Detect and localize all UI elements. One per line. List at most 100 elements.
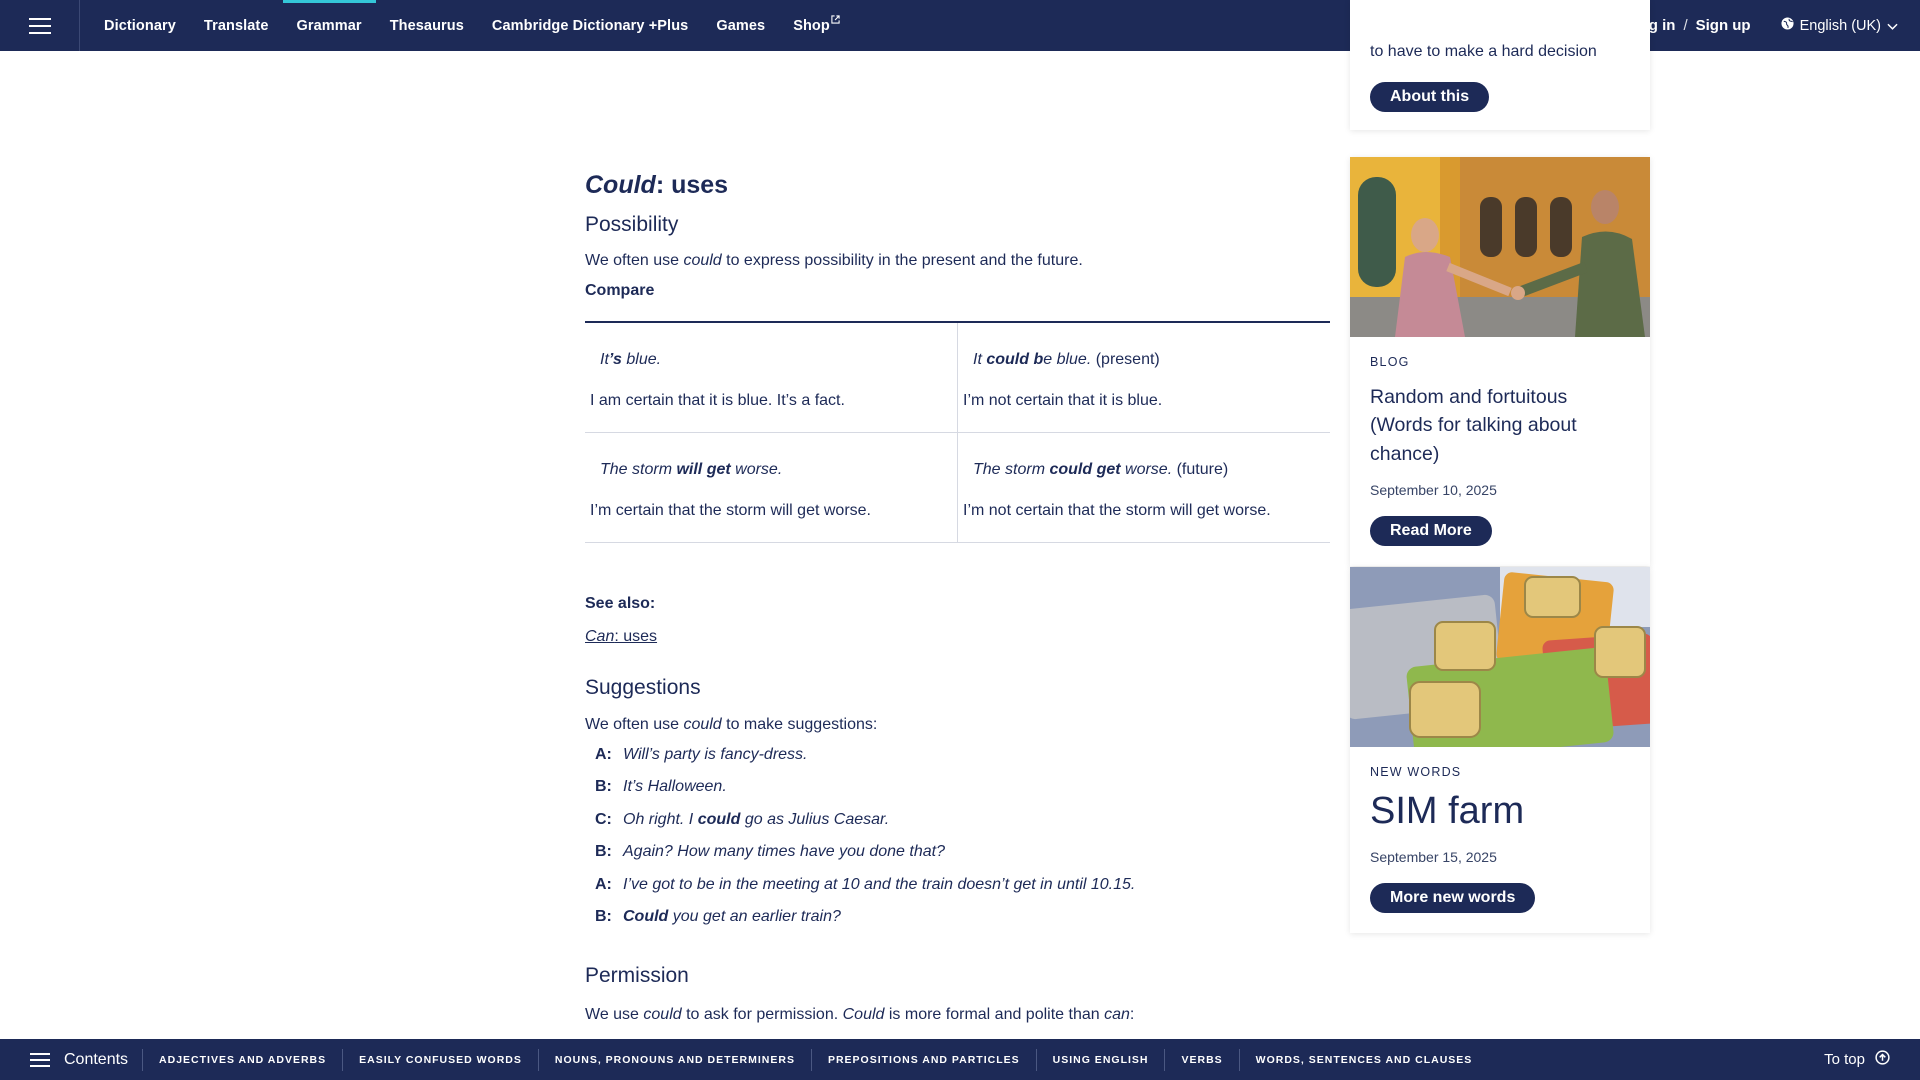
table-row: It’s blue. I am certain that it is blue.… <box>585 322 1330 433</box>
nav-thesaurus[interactable]: Thesaurus <box>376 0 478 51</box>
compare-label: Compare <box>585 282 655 299</box>
permission-keyword: could <box>643 1006 682 1023</box>
contents-link[interactable]: EASILY CONFUSED WORDS <box>342 1048 538 1071</box>
nav-translate-label: Translate <box>203 17 269 34</box>
dialog-text: Could you get an earlier train? <box>623 908 841 926</box>
title-rest: : uses <box>655 171 729 199</box>
nav-plus[interactable]: Cambridge Dictionary +Plus <box>478 0 702 51</box>
contents-link[interactable]: ADJECTIVES AND ADVERBS <box>142 1048 342 1071</box>
language-selector[interactable]: English (UK) <box>1781 17 1898 34</box>
heading-suggestions: Suggestions <box>585 676 701 699</box>
table-row: The storm will get worse. I’m certain th… <box>585 432 1330 543</box>
blog-image[interactable] <box>1350 157 1650 337</box>
menu-icon <box>30 1052 50 1067</box>
new-words-image[interactable] <box>1350 567 1650 747</box>
example-part: It <box>973 351 987 368</box>
menu-icon[interactable] <box>0 0 80 51</box>
dialog-line: A: Will’s party is fancy-dress. <box>595 746 1135 778</box>
suggestions-intro-post: to make suggestions: <box>721 716 878 733</box>
example-part-bold: could b <box>986 351 1044 368</box>
example-sentence: The storm will get worse. <box>585 433 957 479</box>
table-cell: The storm could get worse. (future) I’m … <box>957 432 1330 543</box>
example-explanation: I am certain that it is blue. It’s a fac… <box>590 392 845 409</box>
example-part: worse. <box>730 460 783 478</box>
nav-games[interactable]: Games <box>702 0 779 51</box>
blog-kicker: BLOG <box>1370 355 1410 369</box>
nav-grammar-label: Grammar <box>296 17 362 34</box>
example-part: It <box>600 351 609 368</box>
nav-translate[interactable]: Translate <box>190 0 283 51</box>
possibility-intro-pre: We often use <box>585 252 684 269</box>
read-more-button[interactable]: Read More <box>1370 515 1492 546</box>
dialog-text: Again? How many times have you done that… <box>623 843 945 861</box>
contents-label: Contents <box>64 1050 129 1068</box>
dialog-speaker: A: <box>595 875 612 893</box>
dialog-line: B: Again? How many times have you done th… <box>595 843 1135 875</box>
nav-shop[interactable]: Shop <box>779 0 854 51</box>
see-also-label: See also: <box>585 595 656 612</box>
dialog-text: Will’s party is fancy-dress. <box>623 746 808 764</box>
dialog-line: A: I’ve got to be in the meeting at 10 an… <box>595 876 1135 908</box>
contents-link[interactable]: NOUNS, PRONOUNS AND DETERMINERS <box>537 1048 811 1071</box>
see-also-link-rest: : uses <box>614 628 658 645</box>
to-top-button[interactable]: To top <box>1824 1050 1920 1069</box>
example-note: (future) <box>1172 460 1229 478</box>
to-top-label: To top <box>1824 1051 1865 1068</box>
nav-dictionary[interactable]: Dictionary <box>90 0 190 51</box>
possibility-intro: We often use could to express possibilit… <box>585 250 1083 272</box>
suggestions-intro-pre: We often use <box>585 716 684 733</box>
see-also-link[interactable]: Can: uses <box>585 628 657 646</box>
nav-grammar[interactable]: Grammar <box>282 0 376 51</box>
nav-plus-label: Cambridge Dictionary +Plus <box>491 17 689 34</box>
dialog-text-bold: Could <box>623 907 669 925</box>
blog-title[interactable]: Random and fortuitous (Words for talking… <box>1370 383 1630 468</box>
example-sentence: It’s blue. <box>585 323 957 369</box>
nav-games-label: Games <box>716 17 766 34</box>
permission-text: : <box>1129 1006 1135 1023</box>
example-part: The storm <box>600 460 677 478</box>
about-this-button[interactable]: About this <box>1370 82 1490 112</box>
language-label: English (UK) <box>1799 17 1881 34</box>
arrow-up-circle-icon <box>1875 1050 1890 1069</box>
dialog-text: It’s Halloween. <box>623 778 727 796</box>
main-nav: Dictionary Translate Grammar Thesaurus C… <box>90 0 854 51</box>
possibility-intro-post: to express possibility in the present an… <box>721 252 1083 269</box>
globe-icon <box>1781 17 1794 34</box>
signup-link[interactable]: Sign up <box>1696 17 1751 34</box>
dialog-speaker: B: <box>595 907 612 925</box>
new-words-title[interactable]: SIM farm <box>1370 789 1630 835</box>
permission-keyword: Could <box>842 1006 885 1023</box>
example-part: blue. <box>621 351 662 368</box>
table-cell: It’s blue. I am certain that it is blue.… <box>585 322 958 433</box>
dialog-text-part: Will’s party is fancy-dress. <box>623 746 808 763</box>
dialog-text-part: Oh right. I <box>623 810 698 828</box>
contents-button[interactable]: Contents <box>0 1051 142 1069</box>
example-sentence: The storm could get worse. (future) <box>958 433 1330 479</box>
permission-keyword: can <box>1104 1006 1130 1023</box>
about-card: to have to make a hard decision About th… <box>1350 0 1650 130</box>
permission-intro: We use could to ask for permission. Coul… <box>585 1004 1134 1026</box>
table-cell: It could be blue. (present) I’m not cert… <box>957 322 1330 433</box>
example-part: e blue. <box>1043 351 1092 368</box>
external-link-icon <box>831 14 840 27</box>
dialog-speaker: B: <box>595 778 612 796</box>
permission-text: is more formal and polite than <box>884 1006 1105 1023</box>
dialog-speaker: C: <box>595 810 612 828</box>
dialog-text-part: go as Julius Caesar. <box>740 810 890 828</box>
contents-link[interactable]: USING ENGLISH <box>1035 1048 1165 1071</box>
contents-link[interactable]: VERBS <box>1164 1048 1238 1071</box>
more-new-words-button[interactable]: More new words <box>1370 882 1536 913</box>
about-card-text: to have to make a hard decision <box>1370 43 1597 60</box>
contents-link[interactable]: WORDS, SENTENCES AND CLAUSES <box>1238 1048 1489 1071</box>
blog-card: BLOG Random and fortuitous (Words for ta… <box>1350 157 1650 566</box>
dialog-line: B: It’s Halloween. <box>595 778 1135 810</box>
login-separator: / <box>1683 17 1688 34</box>
new-words-date: September 15, 2025 <box>1370 848 1497 865</box>
example-part: worse. <box>1120 460 1173 478</box>
dialog-text-bold: could <box>697 810 741 828</box>
contents-link[interactable]: PREPOSITIONS AND PARTICLES <box>810 1048 1036 1071</box>
heading-possibility: Possibility <box>585 213 679 236</box>
example-note: (present) <box>1091 351 1160 368</box>
nav-dictionary-label: Dictionary <box>104 17 176 34</box>
permission-text: to ask for permission. <box>681 1006 843 1023</box>
